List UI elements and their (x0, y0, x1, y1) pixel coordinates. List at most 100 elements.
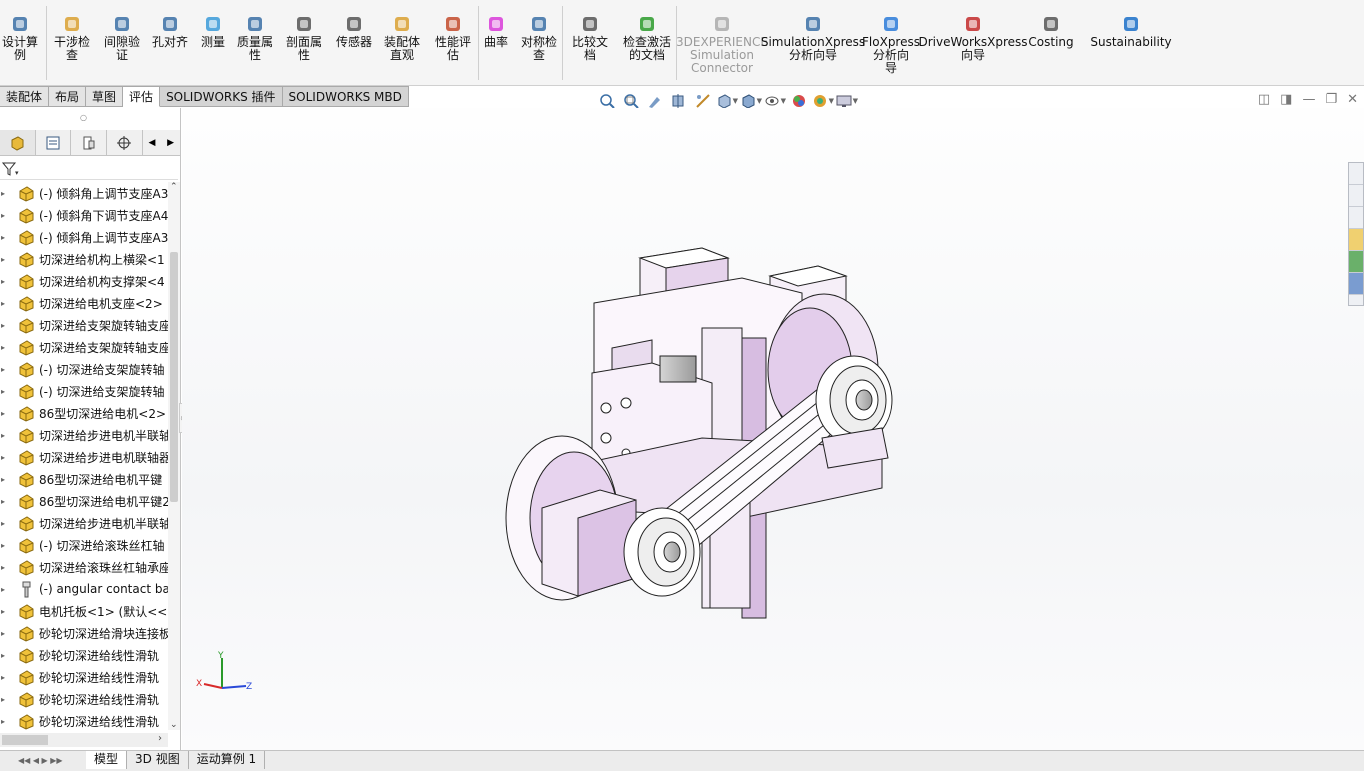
tile-left-icon[interactable]: ◫ (1258, 92, 1270, 107)
ribbon-button-11[interactable]: 对称检 查 (518, 14, 560, 62)
scroll-right-icon[interactable]: › (158, 733, 162, 744)
expand-arrow-icon[interactable]: ▸ (1, 519, 5, 528)
ribbon-button-12[interactable]: 比较文 档 (570, 14, 610, 62)
expand-arrow-icon[interactable]: ▸ (1, 233, 5, 242)
command-tab-3[interactable]: 评估 (123, 86, 161, 107)
tree-item[interactable]: ▸ 切深进给步进电机半联轴 (0, 512, 168, 534)
tree-item[interactable]: ▸ (-) 倾斜角上调节支座A3 (0, 226, 168, 248)
tree-horizontal-scrollbar[interactable]: › (0, 733, 168, 747)
ribbon-button-4[interactable]: 测量 (198, 14, 228, 49)
ribbon-button-0[interactable]: 设计算 例 (0, 14, 40, 62)
feature-tree-tab-icon[interactable] (0, 130, 36, 155)
scroll-down-icon[interactable]: ⌄ (170, 720, 178, 730)
expand-arrow-icon[interactable]: ▸ (1, 717, 5, 726)
tree-item[interactable]: ▸ 砂轮切深进给线性滑轨 (0, 710, 168, 732)
tree-item[interactable]: ▸ (-) angular contact ba (0, 578, 168, 600)
tree-item[interactable]: ▸ (-) 切深进给支架旋转轴 (0, 358, 168, 380)
expand-arrow-icon[interactable]: ▸ (1, 189, 5, 198)
tab-scroll-left-icon[interactable]: ◀ (143, 130, 162, 155)
expand-arrow-icon[interactable]: ▸ (1, 277, 5, 286)
tree-item[interactable]: ▸ 切深进给机构支撑架<4 (0, 270, 168, 292)
ribbon-button-17[interactable]: DriveWorksXpress 向导 (918, 14, 1028, 62)
tree-item[interactable]: ▸ 切深进给步进电机联轴器 (0, 446, 168, 468)
ribbon-button-18[interactable]: Costing (1028, 14, 1074, 49)
tree-item[interactable]: ▸ 86型切深进给电机平键2 (0, 490, 168, 512)
command-tab-0[interactable]: 装配体 (0, 86, 50, 107)
tree-item[interactable]: ▸ 砂轮切深进给线性滑轨 (0, 688, 168, 710)
assembly-model[interactable] (182, 108, 1364, 750)
view-palette-icon[interactable] (1349, 229, 1363, 251)
expand-arrow-icon[interactable]: ▸ (1, 475, 5, 484)
appearances-icon[interactable] (1349, 251, 1363, 273)
scroll-up-icon[interactable]: ⌃ (170, 182, 178, 192)
ribbon-button-15[interactable]: SimulationXpress 分析向导 (761, 14, 865, 62)
restore-icon[interactable]: ❐ (1325, 92, 1337, 107)
close-icon[interactable]: ✕ (1347, 92, 1358, 107)
ribbon-button-6[interactable]: 剖面属 性 (282, 14, 326, 62)
expand-arrow-icon[interactable]: ▸ (1, 365, 5, 374)
hscroll-thumb[interactable] (2, 735, 48, 745)
ribbon-button-5[interactable]: 质量属 性 (234, 14, 276, 62)
expand-arrow-icon[interactable]: ▸ (1, 629, 5, 638)
tree-item[interactable]: ▸ 电机托板<1> (默认<< (0, 600, 168, 622)
expand-arrow-icon[interactable]: ▸ (1, 409, 5, 418)
configuration-manager-tab-icon[interactable] (71, 130, 107, 155)
expand-arrow-icon[interactable]: ▸ (1, 695, 5, 704)
tree-item[interactable]: ▸ 86型切深进给电机<2> (0, 402, 168, 424)
bottom-tab-2[interactable]: 运动算例 1 (189, 751, 266, 769)
ribbon-button-1[interactable]: 干涉检 查 (52, 14, 92, 62)
ribbon-button-10[interactable]: 曲率 (482, 14, 510, 49)
bottom-tab-0[interactable]: 模型 (86, 751, 128, 769)
tile-right-icon[interactable]: ◨ (1280, 92, 1292, 107)
ribbon-button-19[interactable]: Sustainability (1090, 14, 1172, 49)
home-icon[interactable] (1349, 163, 1363, 185)
ribbon-button-7[interactable]: 传感器 (332, 14, 376, 49)
tree-item[interactable]: ▸ 砂轮切深进给线性滑轨 (0, 666, 168, 688)
expand-arrow-icon[interactable]: ▸ (1, 497, 5, 506)
filter-icon[interactable]: ▾ (2, 161, 20, 177)
expand-arrow-icon[interactable]: ▸ (1, 651, 5, 660)
command-tab-4[interactable]: SOLIDWORKS 插件 (160, 86, 283, 107)
tree-item[interactable]: ▸ (-) 切深进给滚珠丝杠轴 (0, 534, 168, 556)
tree-vertical-scrollbar[interactable]: ⌃ ⌄ (168, 182, 180, 730)
custom-properties-icon[interactable] (1349, 273, 1363, 295)
tree-item[interactable]: ▸ 切深进给步进电机半联轴 (0, 424, 168, 446)
expand-arrow-icon[interactable]: ▸ (1, 321, 5, 330)
expand-arrow-icon[interactable]: ▸ (1, 563, 5, 572)
expand-arrow-icon[interactable]: ▸ (1, 607, 5, 616)
dimxpert-tab-icon[interactable] (107, 130, 143, 155)
tree-item[interactable]: ▸ 切深进给滚珠丝杠轴承座 (0, 556, 168, 578)
command-tab-5[interactable]: SOLIDWORKS MBD (282, 86, 409, 107)
graphics-area[interactable]: Y Z X (182, 108, 1364, 750)
scroll-thumb[interactable] (170, 252, 178, 502)
ribbon-button-14[interactable]: 3DEXPERIENCE Simulation Connector (676, 14, 768, 75)
command-tab-2[interactable]: 草图 (86, 86, 124, 107)
tree-item[interactable]: ▸ 86型切深进给电机平键 (0, 468, 168, 490)
expand-arrow-icon[interactable]: ▸ (1, 541, 5, 550)
bottom-tab-1[interactable]: 3D 视图 (127, 751, 189, 769)
expand-arrow-icon[interactable]: ▸ (1, 585, 5, 594)
minimize-icon[interactable]: — (1302, 92, 1315, 107)
tree-item[interactable]: ▸ 切深进给机构上横梁<1 (0, 248, 168, 270)
expand-arrow-icon[interactable]: ▸ (1, 387, 5, 396)
tree-item[interactable]: ▸ (-) 倾斜角上调节支座A3 (0, 182, 168, 204)
ribbon-button-3[interactable]: 孔对齐 (150, 14, 190, 49)
ribbon-button-9[interactable]: 性能评 估 (432, 14, 474, 62)
expand-arrow-icon[interactable]: ▸ (1, 431, 5, 440)
expand-arrow-icon[interactable]: ▸ (1, 453, 5, 462)
tree-filter[interactable]: ▾ (0, 158, 178, 180)
ribbon-button-2[interactable]: 间隙验 证 (100, 14, 144, 62)
tab-scroll-right-icon[interactable]: ▶ (161, 130, 180, 155)
file-explorer-icon[interactable] (1349, 207, 1363, 229)
tree-item[interactable]: ▸ 砂轮切深进给滑块连接板 (0, 622, 168, 644)
expand-arrow-icon[interactable]: ▸ (1, 673, 5, 682)
pane-grip-icon[interactable]: ○ (80, 113, 87, 122)
ribbon-button-16[interactable]: FloXpress 分析向 导 (862, 14, 920, 75)
tree-item[interactable]: ▸ 切深进给支架旋转轴支座 (0, 314, 168, 336)
ribbon-button-13[interactable]: 检查激活 的文档 (620, 14, 674, 62)
tree-item[interactable]: ▸ (-) 切深进给支架旋转轴 (0, 380, 168, 402)
tree-item[interactable]: ▸ 切深进给支架旋转轴支座 (0, 336, 168, 358)
tab-navigation-arrows[interactable]: ◀◀ ◀ ▶ ▶▶ (0, 751, 86, 769)
expand-arrow-icon[interactable]: ▸ (1, 211, 5, 220)
command-tab-1[interactable]: 布局 (49, 86, 87, 107)
